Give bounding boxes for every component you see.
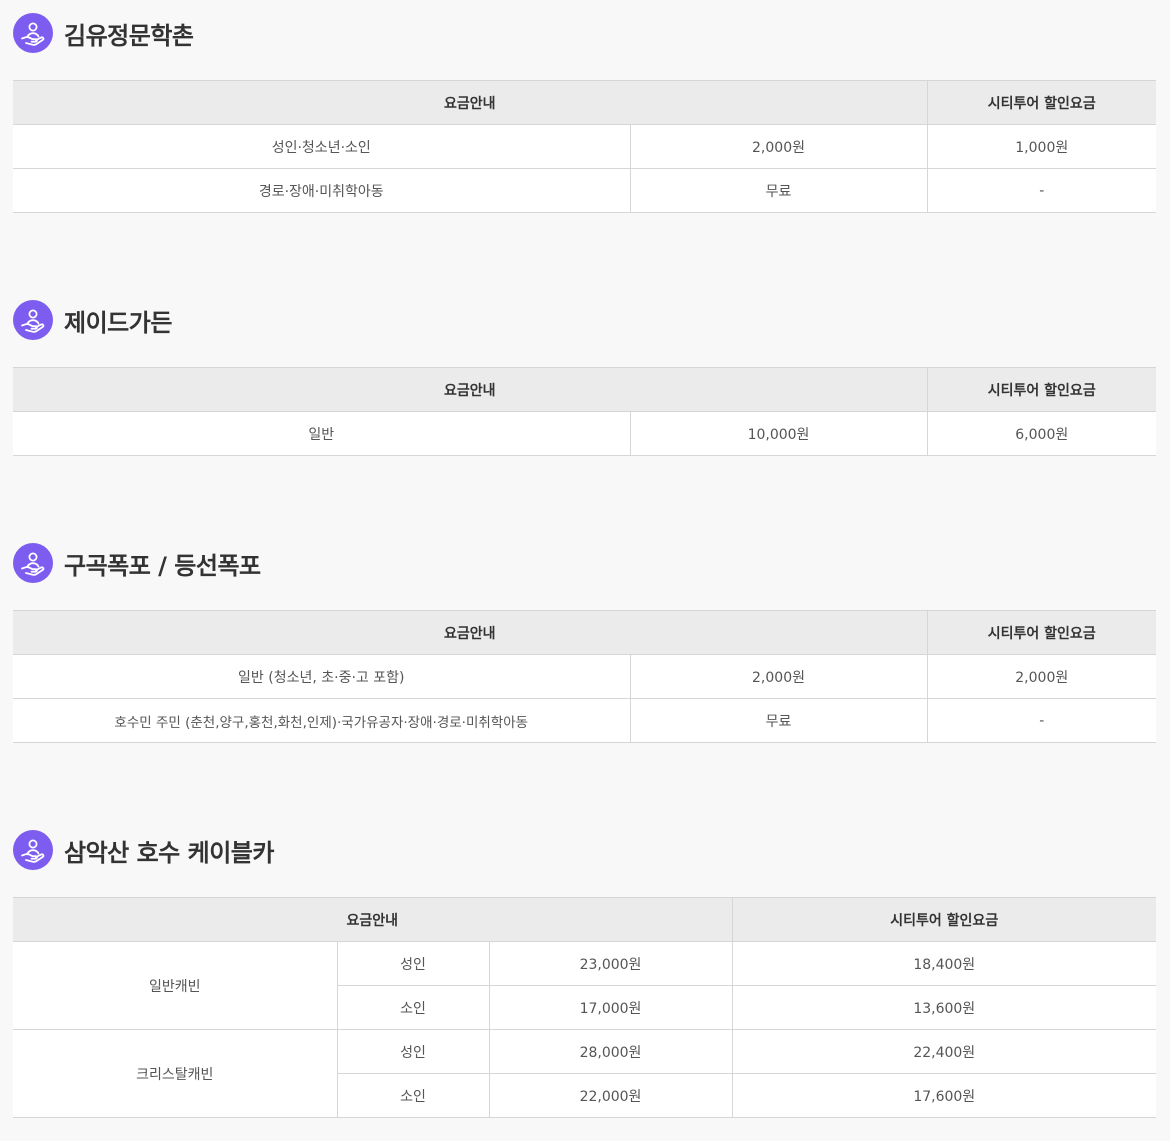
section-jade-garden: 제이드가든 요금안내 시티투어 할인요금 일반 10,000원 6,000원 <box>13 300 1156 456</box>
price-cell: 2,000원 <box>629 654 927 699</box>
cabin-cell: 크리스탈캐빈 <box>13 1029 337 1118</box>
discount-cell: 13,600원 <box>731 985 1156 1030</box>
price-cell: 10,000원 <box>629 411 927 456</box>
category-cell: 경로·장애·미취학아동 <box>13 168 630 213</box>
discount-header: 시티투어 할인요금 <box>926 610 1156 655</box>
discount-cell: 1,000원 <box>926 124 1156 169</box>
fare-table: 요금안내 시티투어 할인요금 성인·청소년·소인 2,000원 1,000원 경… <box>13 80 1156 213</box>
section-cable-car: 삼악산 호수 케이블카 요금안내 시티투어 할인요금 일반캐빈 성인 23,00… <box>13 830 1156 1118</box>
table-header-row: 요금안내 시티투어 할인요금 <box>13 897 1156 942</box>
fare-table: 요금안내 시티투어 할인요금 일반캐빈 성인 23,000원 18,400원 소… <box>13 897 1156 1118</box>
price-cell: 22,000원 <box>488 1073 732 1118</box>
hand-person-icon <box>13 543 53 583</box>
fare-table: 요금안내 시티투어 할인요금 일반 (청소년, 초·중·고 포함) 2,000원… <box>13 610 1156 743</box>
price-cell: 무료 <box>629 698 927 743</box>
fare-info-header: 요금안내 <box>13 610 927 655</box>
section-header: 구곡폭포 / 등선폭포 <box>13 543 1156 583</box>
discount-cell: 22,400원 <box>731 1029 1156 1074</box>
hand-person-icon <box>13 830 53 870</box>
discount-header: 시티투어 할인요금 <box>926 367 1156 412</box>
discount-cell: - <box>926 698 1156 743</box>
hand-person-icon <box>13 300 53 340</box>
age-cell: 성인 <box>336 941 489 986</box>
price-cell: 2,000원 <box>629 124 927 169</box>
table-row: 경로·장애·미취학아동 무료 - <box>13 168 1156 213</box>
table-row: 크리스탈캐빈 성인 28,000원 22,400원 <box>13 1029 1156 1118</box>
age-cell: 성인 <box>336 1029 489 1074</box>
discount-cell: 2,000원 <box>926 654 1156 699</box>
discount-cell: 17,600원 <box>731 1073 1156 1118</box>
hand-person-icon <box>13 13 53 53</box>
table-header-row: 요금안내 시티투어 할인요금 <box>13 367 1156 412</box>
fare-info-header: 요금안내 <box>13 897 732 942</box>
section-title: 구곡폭포 / 등선폭포 <box>64 551 261 580</box>
discount-cell: 6,000원 <box>926 411 1156 456</box>
table-row: 호수민 주민 (춘천,양구,홍천,화천,인제)·국가유공자·장애·경로·미취학아… <box>13 698 1156 743</box>
age-cell: 소인 <box>336 985 489 1030</box>
age-cell: 소인 <box>336 1073 489 1118</box>
section-kimyoujeong: 김유정문학촌 요금안내 시티투어 할인요금 성인·청소년·소인 2,000원 1… <box>13 13 1156 213</box>
table-row: 성인·청소년·소인 2,000원 1,000원 <box>13 124 1156 169</box>
fare-info-header: 요금안내 <box>13 367 927 412</box>
table-header-row: 요금안내 시티투어 할인요금 <box>13 80 1156 125</box>
section-title: 김유정문학촌 <box>64 21 194 50</box>
section-header: 김유정문학촌 <box>13 13 1156 53</box>
category-cell: 일반 (청소년, 초·중·고 포함) <box>13 654 630 699</box>
category-cell: 성인·청소년·소인 <box>13 124 630 169</box>
discount-header: 시티투어 할인요금 <box>926 80 1156 125</box>
price-cell: 23,000원 <box>488 941 732 986</box>
section-header: 제이드가든 <box>13 300 1156 340</box>
price-cell: 28,000원 <box>488 1029 732 1074</box>
table-header-row: 요금안내 시티투어 할인요금 <box>13 610 1156 655</box>
section-waterfalls: 구곡폭포 / 등선폭포 요금안내 시티투어 할인요금 일반 (청소년, 초·중·… <box>13 543 1156 743</box>
table-row: 일반캐빈 성인 23,000원 18,400원 <box>13 941 1156 1030</box>
price-cell: 17,000원 <box>488 985 732 1030</box>
price-cell: 무료 <box>629 168 927 213</box>
cabin-cell: 일반캐빈 <box>13 941 337 1030</box>
fare-table: 요금안내 시티투어 할인요금 일반 10,000원 6,000원 <box>13 367 1156 456</box>
fare-info-header: 요금안내 <box>13 80 927 125</box>
discount-cell: - <box>926 168 1156 213</box>
category-cell: 일반 <box>13 411 630 456</box>
table-row: 일반 10,000원 6,000원 <box>13 411 1156 456</box>
table-row: 일반 (청소년, 초·중·고 포함) 2,000원 2,000원 <box>13 654 1156 699</box>
discount-cell: 18,400원 <box>731 941 1156 986</box>
section-header: 삼악산 호수 케이블카 <box>13 830 1156 870</box>
section-title: 삼악산 호수 케이블카 <box>64 838 274 867</box>
section-title: 제이드가든 <box>64 308 172 337</box>
category-cell: 호수민 주민 (춘천,양구,홍천,화천,인제)·국가유공자·장애·경로·미취학아… <box>13 698 630 743</box>
discount-header: 시티투어 할인요금 <box>731 897 1156 942</box>
